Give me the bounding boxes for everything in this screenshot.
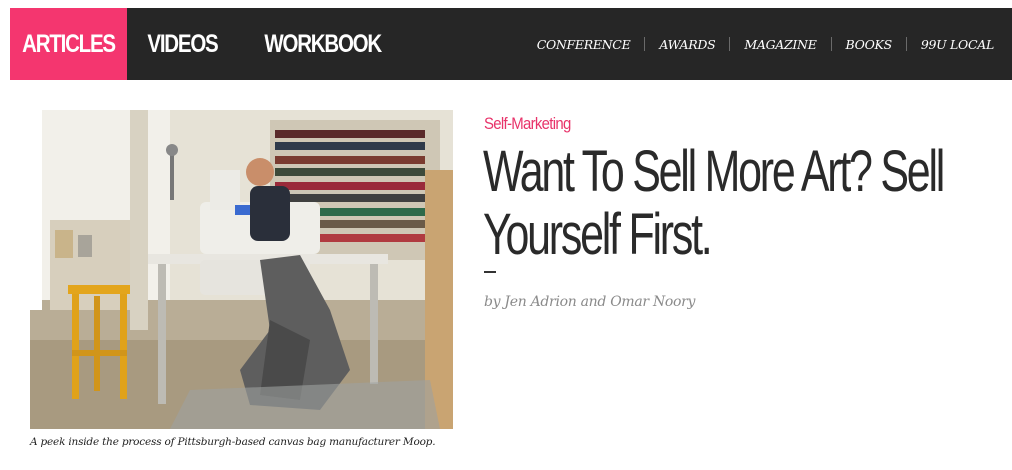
nav-workbook[interactable]: WORKBOOK bbox=[248, 8, 397, 80]
article-byline: by Jen Adrion and Omar Noory bbox=[484, 294, 696, 310]
article-photo[interactable] bbox=[30, 110, 453, 429]
nav-magazine[interactable]: MAGAZINE bbox=[730, 37, 830, 52]
nav-awards[interactable]: AWARDS bbox=[645, 37, 729, 52]
top-navbar: ARTICLES VIDEOS WORKBOOK CONFERENCE AWAR… bbox=[10, 8, 1012, 80]
nav-articles-label: ARTICLES bbox=[22, 29, 116, 58]
article-title: Want To Sell More Art? Sell Yourself Fir… bbox=[483, 139, 945, 267]
title-divider bbox=[484, 271, 496, 273]
primary-nav: ARTICLES VIDEOS WORKBOOK bbox=[10, 8, 431, 80]
nav-videos[interactable]: VIDEOS bbox=[131, 8, 234, 80]
article-category-link[interactable]: Self-Marketing bbox=[484, 114, 571, 134]
nav-99u-local[interactable]: 99U LOCAL bbox=[907, 37, 1000, 52]
nav-articles[interactable]: ARTICLES bbox=[10, 8, 127, 80]
image-caption: A peek inside the process of Pittsburgh-… bbox=[30, 436, 436, 448]
secondary-nav: CONFERENCE AWARDS MAGAZINE BOOKS 99U LOC… bbox=[523, 37, 1012, 52]
nav-books[interactable]: BOOKS bbox=[832, 37, 906, 52]
nav-conference[interactable]: CONFERENCE bbox=[523, 37, 645, 52]
workshop-photo-illustration bbox=[30, 110, 453, 429]
